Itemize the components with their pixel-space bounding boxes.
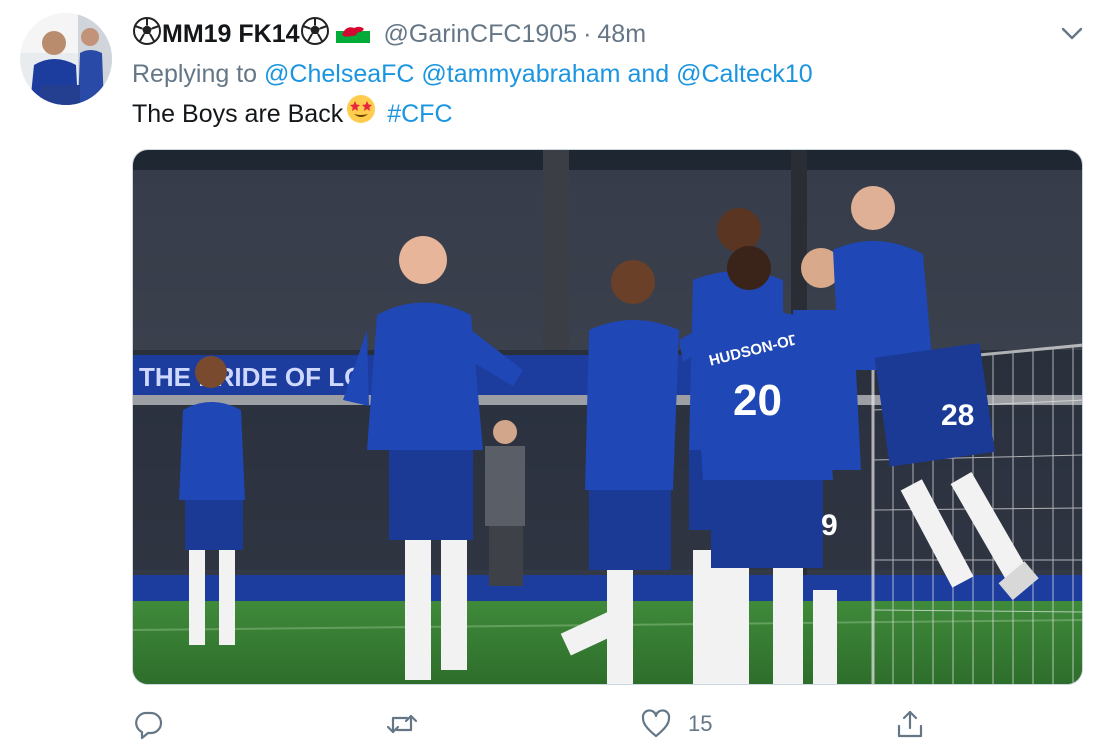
display-name: MM19 FK14: [162, 19, 300, 48]
soccer-ball-icon: [132, 16, 162, 53]
reply-button[interactable]: [132, 702, 164, 746]
avatar[interactable]: [20, 13, 112, 105]
mention-tammyabraham[interactable]: @tammyabraham: [421, 60, 620, 88]
like-count: 15: [688, 711, 713, 736]
reply-icon: [135, 711, 163, 740]
share-icon: [897, 710, 923, 738]
avatar-image: [20, 13, 112, 105]
svg-text:28: 28: [941, 399, 974, 432]
retweet-icon: [386, 714, 418, 734]
chevron-down-icon: [1061, 27, 1083, 40]
separator-dot: ·: [583, 19, 592, 48]
hashtag-cfc[interactable]: #CFC: [387, 96, 452, 132]
reply-context: Replying to @ChelseaFC @tammyabraham and…: [132, 56, 813, 92]
star-struck-emoji-icon: [345, 93, 377, 135]
soccer-ball-icon: [300, 16, 330, 53]
celebration-photo: THE PRIDE OF LO HUDSON-ODOI 20 9 28: [133, 150, 1082, 684]
mention-chelseafc[interactable]: @ChelseaFC: [264, 60, 414, 88]
more-options-button[interactable]: [1059, 20, 1085, 46]
tweet-body: The Boys are Back #CFC: [132, 93, 453, 135]
tweet-photo[interactable]: THE PRIDE OF LO HUDSON-ODOI 20 9 28: [132, 149, 1083, 685]
wales-flag-icon: [335, 18, 370, 50]
reply-and[interactable]: and: [627, 60, 669, 88]
svg-text:20: 20: [733, 376, 782, 425]
reply-prefix: Replying to: [132, 60, 258, 88]
svg-text:THE PRIDE OF LO: THE PRIDE OF LO: [139, 362, 364, 392]
like-button[interactable]: 15: [640, 702, 712, 746]
mention-calteck10[interactable]: @Calteck10: [676, 60, 813, 88]
tweet-text: The Boys are Back: [132, 100, 344, 128]
tweet-header: MM19 FK14 @GarinCFC1905 · 48m: [132, 16, 1047, 52]
tweet-actions: 15: [132, 702, 1082, 746]
user-handle[interactable]: @GarinCFC1905: [384, 20, 578, 49]
display-name-link[interactable]: MM19 FK14: [132, 16, 370, 53]
timestamp[interactable]: 48m: [597, 20, 646, 49]
svg-text:9: 9: [821, 509, 838, 542]
share-button[interactable]: [894, 702, 926, 746]
retweet-button[interactable]: [386, 702, 418, 746]
like-icon: [641, 709, 671, 738]
